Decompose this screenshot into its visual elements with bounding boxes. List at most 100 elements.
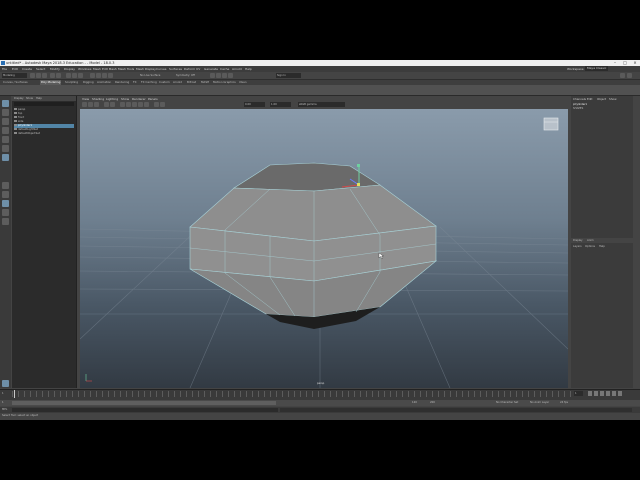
menu-curves[interactable]: Curves bbox=[156, 67, 166, 71]
save-scene-icon[interactable] bbox=[42, 73, 47, 78]
symmetry-label[interactable]: Symmetry: Off bbox=[176, 74, 195, 77]
menu-modify[interactable]: Modify bbox=[50, 67, 60, 71]
image-plane-icon[interactable] bbox=[94, 102, 99, 107]
menu-file[interactable]: File bbox=[2, 67, 7, 71]
attribute-editor-tabs[interactable] bbox=[634, 96, 640, 388]
outliner-menu-show[interactable]: Show bbox=[26, 97, 33, 100]
range-start-field[interactable]: 1 bbox=[2, 401, 4, 404]
outliner-layout-icon[interactable] bbox=[2, 209, 9, 216]
smooth-shade-icon[interactable] bbox=[126, 102, 131, 107]
anim-end-field[interactable]: 200 bbox=[430, 401, 435, 404]
anim-layer-dropdown[interactable]: No Anim Layer bbox=[530, 401, 549, 404]
viewport-menu-panels[interactable]: Panels bbox=[148, 97, 158, 101]
arrow-icon[interactable] bbox=[2, 100, 9, 107]
viewport-menu-lighting[interactable]: Lighting bbox=[106, 97, 118, 101]
layer-menu-options[interactable]: Options bbox=[585, 245, 595, 248]
menu-mesh-display[interactable]: Mesh Display bbox=[136, 67, 156, 71]
menu-surfaces[interactable]: Surfaces bbox=[169, 67, 182, 71]
sign-in-button[interactable]: Sign In bbox=[276, 73, 301, 78]
viewport-menu-renderer[interactable]: Renderer bbox=[132, 97, 146, 101]
gamma-field[interactable]: 1.00 bbox=[270, 102, 291, 107]
menu-help[interactable]: Help bbox=[245, 67, 252, 71]
menu-mesh[interactable]: Mesh bbox=[93, 67, 101, 71]
play-back-icon[interactable] bbox=[600, 391, 604, 396]
ipr-render-icon[interactable] bbox=[216, 73, 221, 78]
menu-mesh-tools[interactable]: Mesh Tools bbox=[118, 67, 134, 71]
viewport-menu-shading[interactable]: Shading bbox=[92, 97, 104, 101]
outliner-search-field[interactable] bbox=[14, 102, 74, 106]
lasso-icon[interactable] bbox=[2, 109, 9, 116]
channel-box-tab-channels[interactable]: Channels bbox=[573, 97, 586, 101]
wireframe-icon[interactable] bbox=[120, 102, 125, 107]
snap-point-icon[interactable] bbox=[102, 73, 107, 78]
go-to-start-icon[interactable] bbox=[588, 391, 592, 396]
lights-icon[interactable] bbox=[138, 102, 143, 107]
single-view-icon[interactable] bbox=[2, 182, 9, 189]
menu-arnold[interactable]: Arnold bbox=[232, 67, 242, 71]
layer-menu-layers[interactable]: Layers bbox=[573, 245, 582, 248]
channel-box-tab-edit[interactable]: Edit bbox=[587, 97, 592, 101]
step-back-icon[interactable] bbox=[594, 391, 598, 396]
textured-icon[interactable] bbox=[132, 102, 137, 107]
four-view-icon[interactable] bbox=[2, 191, 9, 198]
menu-generate[interactable]: Generate bbox=[204, 67, 218, 71]
isolate-select-icon[interactable] bbox=[160, 102, 165, 107]
grid-toggle-icon[interactable] bbox=[104, 102, 109, 107]
menu-edit-mesh[interactable]: Edit Mesh bbox=[102, 67, 117, 71]
command-language-label[interactable]: MEL bbox=[2, 408, 7, 411]
perspective-viewport[interactable]: persp bbox=[80, 109, 568, 388]
film-gate-icon[interactable] bbox=[110, 102, 115, 107]
menu-select[interactable]: Select bbox=[36, 67, 45, 71]
color-management-dropdown[interactable]: sRGB gamma bbox=[298, 102, 345, 107]
move-icon[interactable] bbox=[2, 127, 9, 134]
current-frame-field[interactable]: 1 bbox=[574, 391, 583, 396]
menu-edit[interactable]: Edit bbox=[12, 67, 18, 71]
select-component-icon[interactable] bbox=[78, 73, 83, 78]
menu-uv[interactable]: UV bbox=[196, 67, 200, 71]
layer-tab-anim[interactable]: Anim bbox=[587, 239, 594, 242]
scale-icon[interactable] bbox=[2, 145, 9, 152]
snap-grid-icon[interactable] bbox=[90, 73, 95, 78]
brush-icon[interactable] bbox=[2, 118, 9, 125]
live-surface-label[interactable]: No Live Surface bbox=[140, 74, 160, 77]
render-icon[interactable] bbox=[210, 73, 215, 78]
last-tool-icon[interactable] bbox=[2, 154, 9, 161]
hypershade-icon[interactable] bbox=[228, 73, 233, 78]
xray-icon[interactable] bbox=[154, 102, 159, 107]
snap-view-plane-icon[interactable] bbox=[108, 73, 113, 78]
viewport-menu-view[interactable]: View bbox=[82, 97, 89, 101]
mel-toggle-icon[interactable] bbox=[2, 380, 9, 387]
redo-icon[interactable] bbox=[56, 73, 61, 78]
exposure-field[interactable]: 0.00 bbox=[244, 102, 265, 107]
layer-tab-display[interactable]: Display bbox=[573, 239, 583, 242]
menu-display[interactable]: Display bbox=[64, 67, 75, 71]
new-scene-icon[interactable] bbox=[30, 73, 35, 78]
camera-attributes-icon[interactable] bbox=[82, 102, 87, 107]
range-end-field[interactable]: 120 bbox=[412, 401, 417, 404]
channel-box-tab-object[interactable]: Object bbox=[597, 97, 606, 101]
menu-windows[interactable]: Windows bbox=[78, 67, 91, 71]
viewport-menu-show[interactable]: Show bbox=[121, 97, 129, 101]
step-forward-icon[interactable] bbox=[612, 391, 616, 396]
workspace-dropdown[interactable]: Maya Classic bbox=[585, 66, 609, 71]
undo-icon[interactable] bbox=[50, 73, 55, 78]
current-time-indicator[interactable] bbox=[14, 390, 15, 398]
menu-create[interactable]: Create bbox=[22, 67, 32, 71]
select-object-icon[interactable] bbox=[72, 73, 77, 78]
character-set-dropdown[interactable]: No Character Set bbox=[496, 401, 518, 404]
menu-deform[interactable]: Deform bbox=[184, 67, 195, 71]
select-hierarchy-icon[interactable] bbox=[66, 73, 71, 78]
search-icon[interactable] bbox=[2, 218, 9, 225]
viewcube-icon[interactable] bbox=[543, 117, 559, 131]
shadows-icon[interactable] bbox=[144, 102, 149, 107]
play-forward-icon[interactable] bbox=[606, 391, 610, 396]
outliner-item-default-object-set[interactable]: defaultObjectSet bbox=[14, 132, 74, 136]
outliner-menu-help[interactable]: Help bbox=[36, 97, 42, 100]
mode-dropdown[interactable]: Modeling bbox=[2, 73, 27, 78]
persp-outliner-icon[interactable] bbox=[2, 200, 9, 207]
channel-box-tab-show[interactable]: Show bbox=[609, 97, 617, 101]
snap-curve-icon[interactable] bbox=[96, 73, 101, 78]
channel-box-toggle-icon[interactable] bbox=[627, 73, 632, 78]
command-input[interactable] bbox=[12, 408, 278, 412]
fps-dropdown[interactable]: 24 fps bbox=[560, 401, 568, 404]
